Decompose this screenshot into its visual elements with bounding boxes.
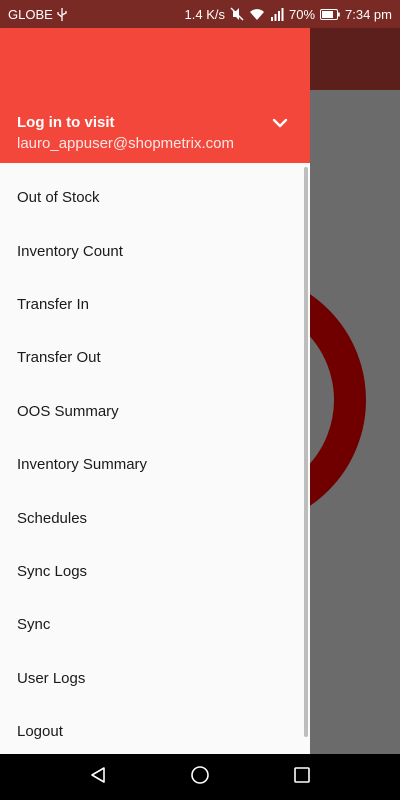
recents-button[interactable] (286, 761, 318, 793)
back-icon (89, 766, 107, 789)
menu-item-inventory-count[interactable]: Inventory Count (0, 224, 310, 277)
menu-item-transfer-out[interactable]: Transfer Out (0, 331, 310, 384)
recents-icon (293, 766, 311, 789)
navigation-drawer: Log in to visit lauro_appuser@shopmetrix… (0, 28, 310, 754)
menu-item-logout[interactable]: Logout (0, 705, 310, 754)
home-button[interactable] (184, 761, 216, 793)
back-button[interactable] (82, 761, 114, 793)
menu-item-transfer-in[interactable]: Transfer In (0, 278, 310, 331)
account-email: lauro_appuser@shopmetrix.com (17, 135, 234, 152)
chevron-down-icon (272, 115, 288, 133)
net-speed-label: 1.4 K/s (184, 6, 225, 22)
menu-item-schedules[interactable]: Schedules (0, 491, 310, 544)
home-icon (190, 765, 210, 790)
account-name[interactable]: Log in to visit (17, 114, 115, 131)
drawer-menu: Out of Stock Inventory Count Transfer In… (0, 163, 310, 754)
menu-item-sync-logs[interactable]: Sync Logs (0, 545, 310, 598)
system-nav-bar (0, 754, 400, 800)
status-right: 1.4 K/s 70% 7:34 pm (185, 7, 392, 22)
menu-item-oos-summary[interactable]: OOS Summary (0, 385, 310, 438)
status-bar: GLOBE 1.4 K/s 70% 7:34 pm (0, 0, 400, 28)
signal-icon (270, 7, 284, 21)
battery-icon (320, 8, 340, 20)
menu-item-sync[interactable]: Sync (0, 598, 310, 651)
vibrate-off-icon (230, 7, 244, 21)
carrier-label: GLOBE (8, 6, 53, 22)
menu-item-user-logs[interactable]: User Logs (0, 652, 310, 705)
clock: 7:34 pm (345, 6, 392, 22)
drawer-header: Log in to visit lauro_appuser@shopmetrix… (0, 28, 310, 163)
menu-item-inventory-summary[interactable]: Inventory Summary (0, 438, 310, 491)
menu-item-out-of-stock[interactable]: Out of Stock (0, 171, 310, 224)
wifi-icon (249, 8, 265, 21)
usb-icon (57, 7, 67, 21)
drawer-scrollbar[interactable] (304, 167, 308, 737)
status-left: GLOBE (8, 7, 67, 22)
battery-percent: 70% (288, 6, 316, 22)
account-expand-button[interactable] (266, 110, 294, 138)
